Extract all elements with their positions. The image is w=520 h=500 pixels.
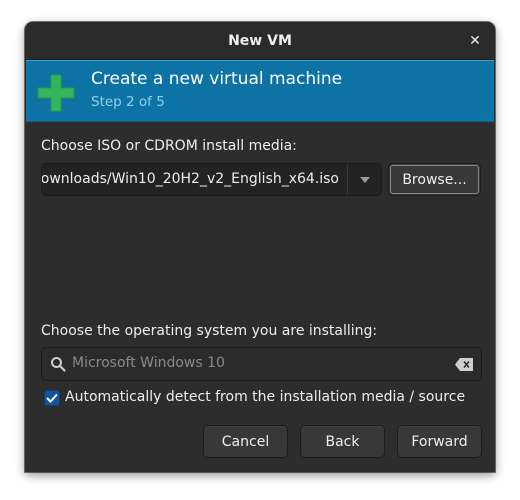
titlebar: New VM ✕ — [25, 22, 495, 60]
new-vm-dialog: New VM ✕ Create a new virtual machine St… — [25, 22, 495, 472]
cancel-button[interactable]: Cancel — [203, 425, 288, 458]
os-label: Choose the operating system you are inst… — [41, 323, 378, 339]
checkmark-icon — [46, 393, 58, 403]
window-title: New VM — [228, 32, 292, 49]
media-path-input[interactable]: Downloads/Win10_20H2_v2_English_x64.iso — [42, 171, 339, 187]
os-search-input[interactable]: Microsoft Windows 10 — [72, 355, 225, 371]
back-button[interactable]: Back — [300, 425, 385, 458]
search-icon — [51, 357, 66, 372]
plus-icon — [37, 74, 75, 112]
close-icon[interactable]: ✕ — [465, 31, 485, 51]
auto-detect-checkbox[interactable] — [44, 390, 60, 406]
media-combo[interactable]: Downloads/Win10_20H2_v2_English_x64.iso — [41, 163, 382, 196]
forward-button[interactable]: Forward — [397, 425, 482, 458]
banner-title: Create a new virtual machine — [91, 69, 343, 89]
browse-button[interactable]: Browse... — [388, 163, 481, 196]
chevron-down-icon[interactable] — [348, 164, 381, 195]
os-search-field[interactable]: Microsoft Windows 10 — [41, 347, 482, 381]
clear-icon[interactable] — [455, 358, 473, 371]
step-indicator: Step 2 of 5 — [91, 94, 165, 110]
media-label: Choose ISO or CDROM install media: — [41, 138, 297, 154]
auto-detect-label[interactable]: Automatically detect from the installati… — [65, 389, 465, 405]
step-banner: Create a new virtual machine Step 2 of 5 — [26, 60, 494, 122]
